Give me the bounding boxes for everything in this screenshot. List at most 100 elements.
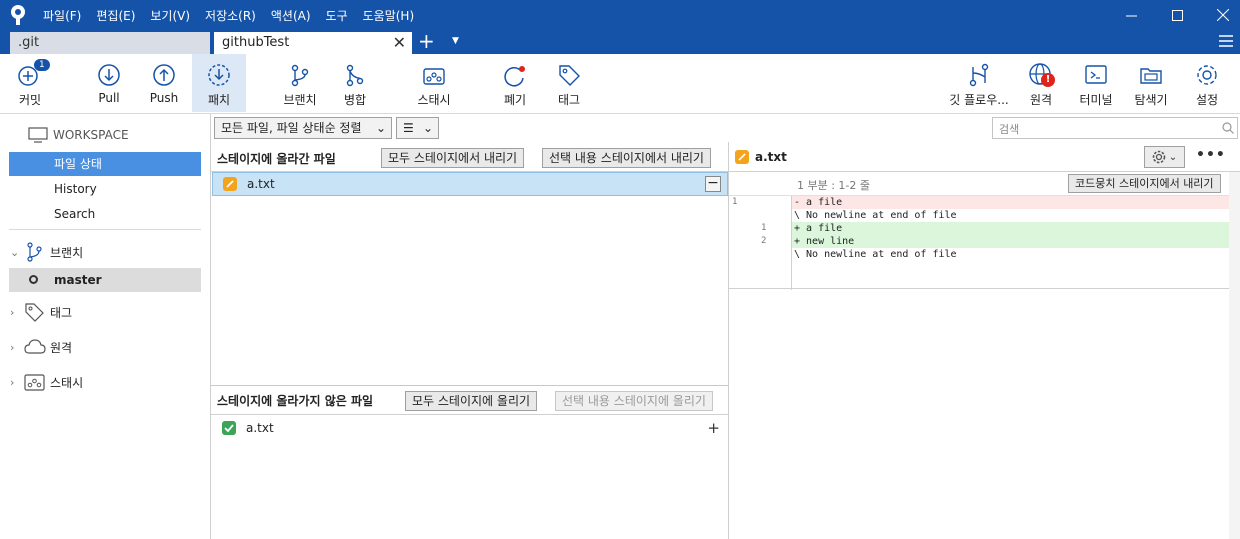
title-bar: 파일(F) 편집(E) 보기(V) 저장소(R) 액션(A) 도구 도움말(H) — [0, 0, 1240, 30]
stash-button[interactable]: 스태시 — [410, 54, 458, 112]
settings-button[interactable]: 설정 — [1190, 54, 1224, 112]
menu-repository[interactable]: 저장소(R) — [205, 7, 256, 24]
unstage-selected-button[interactable]: 선택 내용 스테이지에서 내리기 — [542, 148, 711, 168]
workspace-label: WORKSPACE — [53, 128, 129, 142]
explorer-button[interactable]: 탐색기 — [1130, 54, 1172, 112]
sidebar-group-stashes[interactable]: › 스태시 — [10, 371, 83, 393]
tab-bar: .git githubTest ✕ + ▼ — [0, 30, 1240, 54]
remotes-label: 원격 — [50, 340, 73, 355]
diff-line-context: \ No newline at end of file — [794, 249, 957, 260]
tag-label: 태그 — [557, 93, 581, 107]
sidebar-item-history[interactable]: History — [9, 177, 201, 201]
terminal-icon — [1085, 65, 1107, 84]
branch-button[interactable]: 브랜치 — [280, 54, 320, 112]
stage-file-plus-icon[interactable]: + — [707, 419, 720, 437]
tab-list-chevron-icon[interactable]: ▼ — [452, 36, 459, 46]
menu-view[interactable]: 보기(V) — [150, 7, 190, 24]
maximize-button[interactable] — [1154, 0, 1200, 30]
menu-bar: 파일(F) 편집(E) 보기(V) 저장소(R) 액션(A) 도구 도움말(H) — [43, 7, 429, 24]
close-window-button[interactable] — [1200, 0, 1240, 30]
discard-label: 폐기 — [503, 93, 527, 107]
commit-count-badge: 1 — [34, 59, 50, 71]
discard-button[interactable]: 폐기 — [498, 54, 532, 112]
explorer-label: 탐색기 — [1134, 93, 1168, 107]
git-flow-button[interactable]: 깃 플로우... — [944, 54, 1014, 112]
view-mode-dropdown[interactable]: ☰ ⌄ — [396, 117, 439, 139]
pull-arrow-down-icon — [98, 64, 120, 86]
unstage-hunk-button[interactable]: 코드뭉치 스테이지에서 내리기 — [1068, 174, 1221, 193]
sidebar-item-label: Search — [54, 207, 96, 221]
push-button[interactable]: Push — [146, 54, 182, 112]
unstaged-file-row[interactable]: a.txt + — [212, 416, 728, 440]
tab-close-icon[interactable]: ✕ — [393, 33, 406, 52]
diff-end-divider — [729, 288, 1229, 289]
hunk-header: 1 부분 : 1-2 줄 코드뭉치 스테이지에서 내리기 — [729, 172, 1229, 196]
more-options-icon[interactable]: ••• — [1196, 147, 1226, 163]
remote-button[interactable]: ! 원격 — [1024, 54, 1058, 112]
commit-button[interactable]: 1 커밋 — [10, 54, 50, 112]
sidebar-item-file-status[interactable]: 파일 상태 — [9, 152, 201, 176]
sidebar-item-label: 파일 상태 — [54, 157, 102, 171]
push-arrow-up-icon — [153, 64, 175, 86]
stage-selected-button[interactable]: 선택 내용 스테이지에 올리기 — [555, 391, 713, 411]
sidebar-divider — [9, 229, 201, 230]
sidebar-item-search[interactable]: Search — [9, 202, 201, 226]
unstage-file-minus-icon[interactable]: − — [705, 176, 721, 192]
tags-label: 태그 — [50, 305, 73, 320]
minimize-button[interactable] — [1108, 0, 1154, 30]
maximize-icon — [1171, 9, 1183, 21]
modified-file-icon — [735, 149, 749, 164]
tag-button[interactable]: 태그 — [552, 54, 586, 112]
line-number-gutter: 1 1 2 — [729, 196, 792, 290]
menu-edit[interactable]: 편집(E) — [96, 7, 135, 24]
sidebar-group-branches[interactable]: ⌄ 브랜치 — [10, 241, 83, 263]
diff-options-button[interactable]: ⌄ — [1144, 146, 1185, 168]
sidebar-group-remotes[interactable]: › 원격 — [10, 336, 72, 358]
unstage-all-button[interactable]: 모두 스테이지에서 내리기 — [381, 148, 525, 168]
menu-tools[interactable]: 도구 — [326, 7, 348, 24]
remote-alert-icon: ! — [1041, 73, 1055, 87]
branch-icon — [27, 242, 42, 262]
new-line-number: 1 — [761, 223, 767, 233]
workspace-header: WORKSPACE — [28, 126, 129, 144]
chevron-down-icon: ⌄ — [10, 245, 20, 259]
new-line-number: 2 — [761, 236, 767, 246]
search-input[interactable]: 검색 — [992, 117, 1238, 139]
stashes-label: 스태시 — [50, 375, 84, 390]
branch-item-master[interactable]: master — [9, 268, 201, 292]
menu-help[interactable]: 도움말(H) — [363, 7, 415, 24]
toolbar: 1 커밋 Pull Push 패치 브랜치 병합 스태시 폐기 태그 깃 플로우… — [0, 54, 1240, 114]
diff-line-context: \ No newline at end of file — [794, 210, 957, 221]
sort-dropdown[interactable]: 모든 파일, 파일 상태순 정렬 ⌄ — [214, 117, 392, 139]
search-icon — [1222, 122, 1234, 134]
diff-panel: a.txt ⌄ ••• 1 부분 : 1-2 줄 코드뭉치 스테이지에서 내리기… — [729, 142, 1240, 539]
terminal-button[interactable]: 터미널 — [1076, 54, 1116, 112]
tab-git[interactable]: .git — [10, 32, 210, 54]
diff-scrollbar[interactable] — [1229, 172, 1240, 539]
unstaged-section-title: 스테이지에 올라가지 않은 파일 — [217, 394, 374, 408]
chevron-right-icon: › — [10, 375, 15, 389]
list-view-icon: ☰ — [403, 121, 414, 135]
tab-githubtest[interactable]: githubTest ✕ — [214, 32, 412, 54]
branch-label: 브랜치 — [283, 93, 317, 107]
section-splitter[interactable] — [211, 385, 729, 386]
stage-all-button[interactable]: 모두 스테이지에 올리기 — [405, 391, 538, 411]
hamburger-menu-icon[interactable] — [1219, 35, 1233, 47]
branch-icon — [291, 64, 309, 87]
menu-actions[interactable]: 액션(A) — [271, 7, 311, 24]
diff-line-added: + new line — [792, 235, 1229, 248]
sort-dropdown-label: 모든 파일, 파일 상태순 정렬 — [221, 121, 362, 135]
sidebar-group-tags[interactable]: › 태그 — [10, 301, 72, 323]
diff-file-name: a.txt — [755, 149, 787, 164]
git-flow-icon — [969, 63, 989, 87]
settings-label: 설정 — [1195, 93, 1219, 107]
gear-icon — [1152, 150, 1166, 164]
menu-file[interactable]: 파일(F) — [43, 7, 81, 24]
pull-button[interactable]: Pull — [92, 54, 126, 112]
current-branch-dot-icon — [29, 275, 38, 284]
merge-button[interactable]: 병합 — [338, 54, 372, 112]
diff-content: - a file \ No newline at end of file + a… — [792, 196, 1229, 261]
fetch-button[interactable]: 패치 — [192, 54, 246, 112]
new-tab-plus-icon[interactable]: + — [418, 31, 435, 51]
staged-file-row[interactable]: a.txt − — [212, 172, 728, 196]
